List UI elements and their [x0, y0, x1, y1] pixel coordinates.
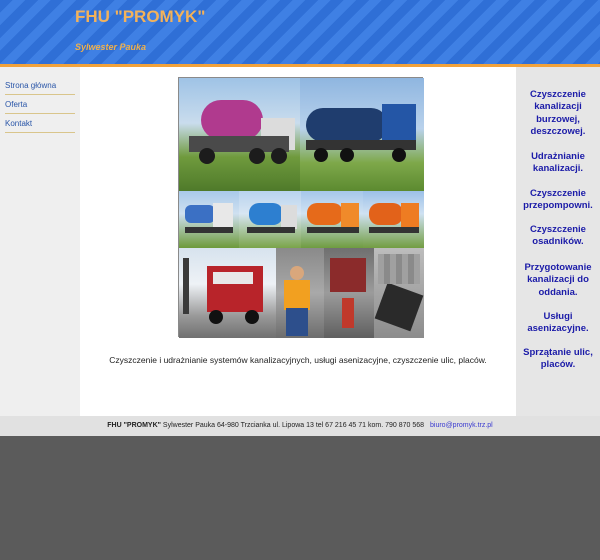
photo-truck-small-1	[179, 191, 239, 248]
footer-address: Sylwester Pauka 64-980 Trzcianka ul. Lip…	[162, 422, 425, 429]
photo-manhole-grate	[374, 248, 424, 338]
photo-blue-tanker-truck	[300, 78, 424, 191]
service-storm-sewer-cleaning: Czyszczenie kanalizacji burzowej, deszcz…	[530, 89, 586, 138]
nav-item-contact[interactable]: Kontakt	[5, 119, 75, 133]
service-sanitation: Usługi asenizacyjne.	[527, 311, 589, 335]
service-settler-cleaning: Czyszczenie osadników.	[530, 224, 586, 248]
photo-red-truck-crane	[179, 248, 276, 338]
nav-item-offer[interactable]: Oferta	[5, 100, 75, 114]
site-title: FHU "PROMYK"	[75, 7, 206, 26]
footer-email-link[interactable]: biuro@promyk.trz.pl	[430, 422, 493, 429]
photo-collage	[178, 77, 424, 338]
site-subtitle: Sylwester Pauka	[75, 42, 147, 52]
photo-truck-small-2	[239, 191, 301, 248]
photo-truck-small-4	[363, 191, 424, 248]
footer-brand: FHU "PROMYK"	[107, 422, 161, 429]
service-sewer-unblocking: Udrażnianie kanalizacji.	[531, 151, 585, 175]
photo-purple-tank-truck	[179, 78, 300, 191]
service-sewer-handover-prep: Przygotowanie kanalizacji do oddania.	[524, 262, 592, 298]
service-pumping-station-cleaning: Czyszczenie przepompowni.	[523, 188, 593, 212]
main-description: Czyszczenie i udrażnianie systemów kanal…	[109, 355, 487, 365]
nav-item-home[interactable]: Strona główna	[5, 81, 75, 95]
photo-worker-red	[324, 248, 374, 338]
photo-truck-small-3	[301, 191, 363, 248]
service-street-cleaning: Sprzątanie ulic, placów.	[523, 347, 593, 371]
footer: FHU "PROMYK" Sylwester Pauka 64-980 Trzc…	[0, 416, 600, 436]
photo-worker-orange-vest	[276, 248, 324, 338]
